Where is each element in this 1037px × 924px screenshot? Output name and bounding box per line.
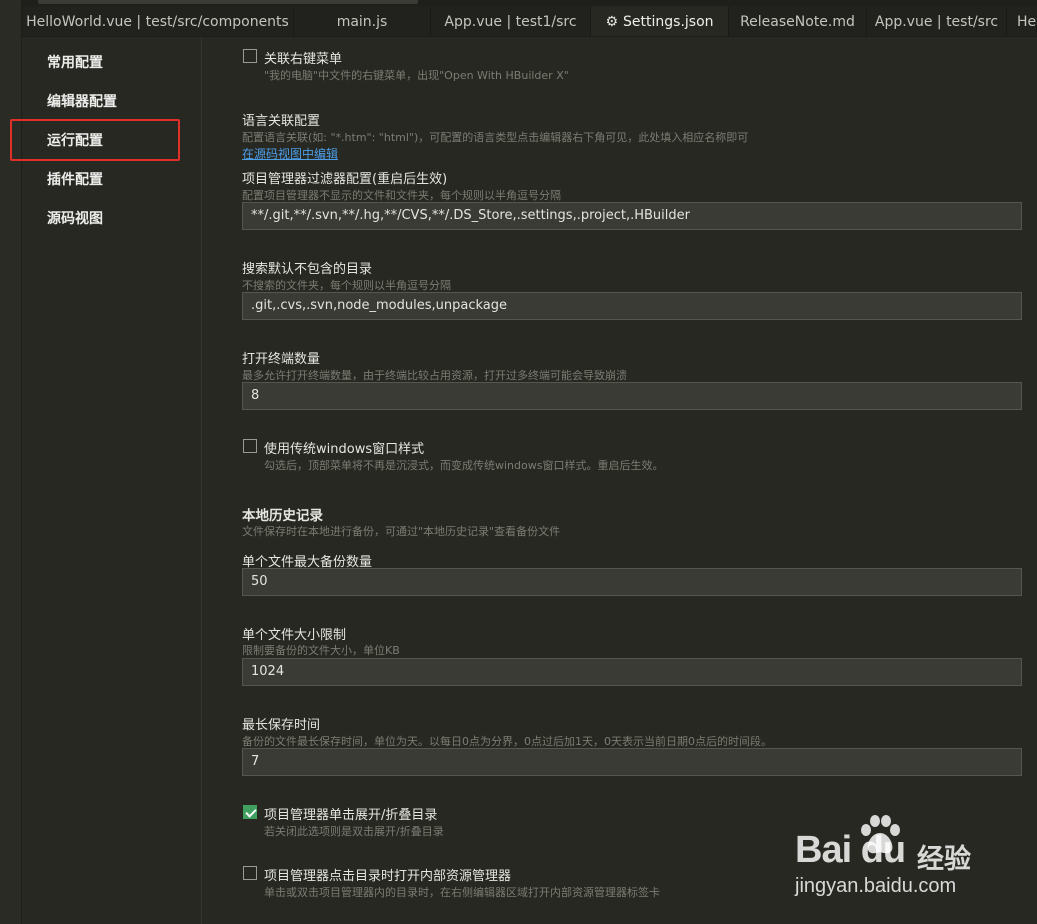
sidebar-item-plugins[interactable]: 插件配置 — [47, 169, 103, 189]
search-exclude-label: 搜索默认不包含的目录 — [242, 262, 373, 277]
file-size-label: 单个文件大小限制 — [242, 628, 347, 643]
search-exclude-desc: 不搜索的文件夹，每个规则以半角逗号分隔 — [242, 279, 451, 292]
windows-style-desc: 勾选后，顶部菜单将不再是沉浸式，而变成传统windows窗口样式。重启后生效。 — [264, 459, 664, 472]
tab-settings-json[interactable]: ⚙ Settings.json — [591, 6, 729, 36]
gear-icon: ⚙ — [605, 13, 619, 30]
lang-assoc-desc: 配置语言关联(如: "*.htm": "html")，可配置的语言类型点击编辑器… — [242, 131, 749, 144]
project-filter-input[interactable]: **/.git,**/.svn,**/.hg,**/CVS,**/.DS_Sto… — [242, 202, 1022, 230]
terminal-count-input[interactable]: 8 — [242, 382, 1022, 410]
tab-label: He — [1017, 13, 1037, 30]
editor-tab-bar: HelloWorld.vue | test/src/components mai… — [22, 6, 1037, 37]
search-exclude-input[interactable]: .git,.cvs,.svn,node_modules,unpackage — [242, 292, 1022, 320]
terminal-count-desc: 最多允许打开终端数量，由于终端比较占用资源，打开过多终端可能会导致崩溃 — [242, 369, 627, 382]
scroll-ghost — [38, 0, 418, 4]
tab-app-vue-test1[interactable]: App.vue | test1/src — [431, 6, 591, 36]
sidebar-item-source-view[interactable]: 源码视图 — [47, 208, 103, 228]
local-history-desc: 文件保存时在本地进行备份，可通过"本地历史记录"查看备份文件 — [242, 525, 561, 538]
tab-overflow[interactable]: He — [1007, 6, 1037, 36]
open-internal-desc: 单击或双击项目管理器内的目录时，在右侧编辑器区域打开内部资源管理器标签卡 — [264, 886, 660, 899]
max-backup-input[interactable]: 50 — [242, 568, 1022, 596]
project-filter-desc: 配置项目管理器不显示的文件和文件夹，每个规则以半角逗号分隔 — [242, 189, 561, 202]
single-click-desc: 若关闭此选项则是双击展开/折叠目录 — [264, 825, 444, 838]
tab-label: ReleaseNote.md — [740, 13, 855, 30]
tab-label: HelloWorld.vue | test/src/components — [26, 13, 289, 30]
local-history-heading: 本地历史记录 — [242, 508, 323, 524]
max-time-desc: 备份的文件最长保存时间，单位为天。以每日0点为分界，0点过后加1天，0天表示当前… — [242, 735, 772, 748]
context-menu-label: 关联右键菜单 — [264, 52, 343, 67]
activity-strip — [0, 0, 22, 924]
sidebar-item-editor[interactable]: 编辑器配置 — [47, 91, 117, 111]
sidebar-item-general[interactable]: 常用配置 — [47, 52, 103, 72]
context-menu-checkbox[interactable] — [243, 49, 257, 63]
project-filter-label: 项目管理器过滤器配置(重启后生效) — [242, 172, 448, 187]
tab-label: App.vue | test/src — [874, 13, 999, 30]
file-size-desc: 限制要备份的文件大小，单位KB — [242, 644, 400, 657]
tab-label: Settings.json — [623, 13, 714, 30]
max-time-input[interactable]: 7 — [242, 748, 1022, 776]
single-click-label: 项目管理器单击展开/折叠目录 — [264, 808, 438, 823]
max-time-label: 最长保存时间 — [242, 718, 321, 733]
terminal-count-label: 打开终端数量 — [242, 352, 321, 367]
context-menu-desc: "我的电脑"中文件的右键菜单，出现"Open With HBuilder X" — [264, 69, 569, 82]
tab-app-vue-test[interactable]: App.vue | test/src — [867, 6, 1007, 36]
tab-helloworld-vue[interactable]: HelloWorld.vue | test/src/components — [22, 6, 294, 36]
open-internal-checkbox[interactable] — [243, 866, 257, 880]
windows-style-checkbox[interactable] — [243, 439, 257, 453]
open-internal-label: 项目管理器点击目录时打开内部资源管理器 — [264, 869, 512, 884]
tab-label: App.vue | test1/src — [444, 13, 577, 30]
tab-label: main.js — [336, 13, 388, 30]
file-size-input[interactable]: 1024 — [242, 658, 1022, 686]
settings-content: 关联右键菜单 "我的电脑"中文件的右键菜单，出现"Open With HBuil… — [203, 37, 1037, 924]
lang-assoc-label: 语言关联配置 — [242, 114, 321, 129]
settings-sidebar: 常用配置 编辑器配置 运行配置 插件配置 源码视图 — [22, 37, 202, 924]
windows-style-label: 使用传统windows窗口样式 — [264, 442, 425, 457]
edit-in-source-view-link[interactable]: 在源码视图中编辑 — [242, 145, 338, 162]
tab-main-js[interactable]: main.js — [294, 6, 431, 36]
single-click-checkbox[interactable] — [243, 805, 257, 819]
sidebar-item-run[interactable]: 运行配置 — [47, 130, 103, 150]
tab-releasenote-md[interactable]: ReleaseNote.md — [729, 6, 867, 36]
